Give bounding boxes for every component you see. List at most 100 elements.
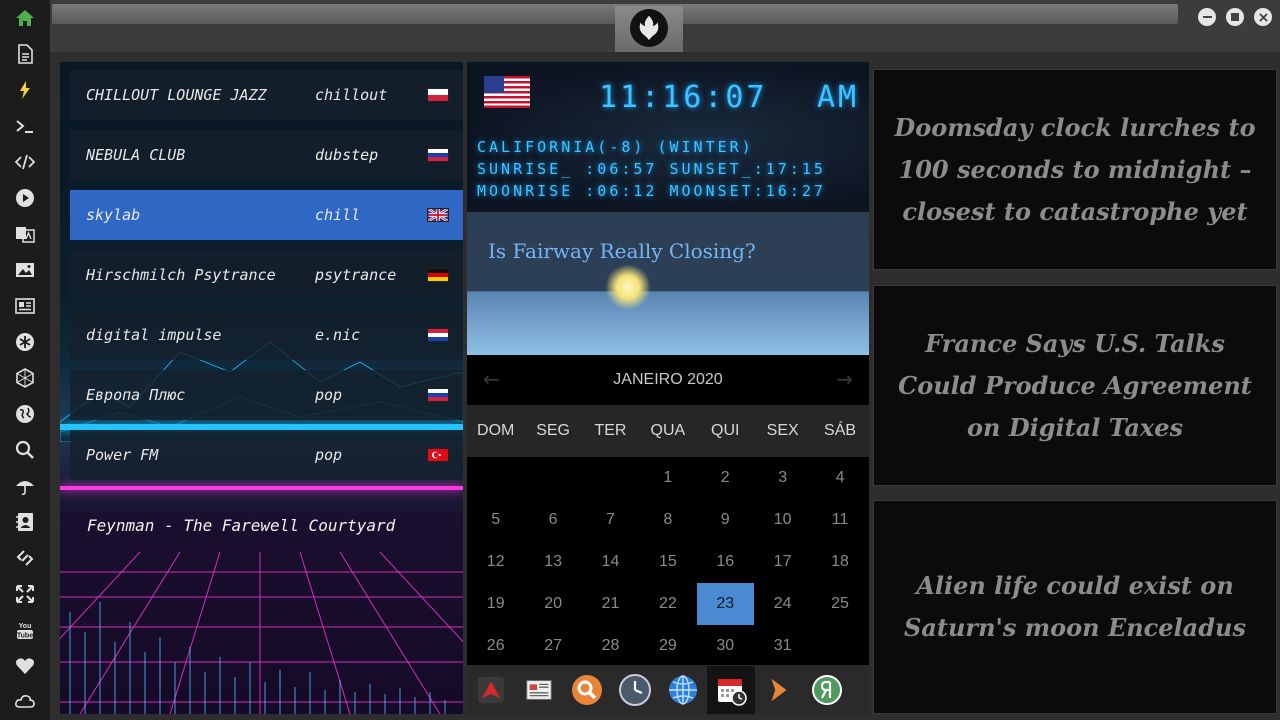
calendar-day[interactable] xyxy=(524,457,581,499)
search-icon[interactable] xyxy=(11,436,39,464)
calendar-day[interactable] xyxy=(811,625,868,667)
station-row[interactable]: NEBULA CLUB dubstep xyxy=(70,130,463,180)
calendar-day[interactable]: 6 xyxy=(524,499,581,541)
heart-icon[interactable] xyxy=(11,652,39,680)
hexagon-icon[interactable] xyxy=(11,364,39,392)
yandex-icon[interactable] xyxy=(803,666,851,714)
calendar-day[interactable]: 24 xyxy=(754,583,811,625)
calendar-day-today[interactable]: 23 xyxy=(696,583,754,625)
maximize-icon[interactable] xyxy=(1226,8,1244,26)
calendar-header: ← JANEIRO 2020 → xyxy=(467,355,869,405)
calendar-day[interactable]: 3 xyxy=(754,457,811,499)
station-row[interactable]: Power FM pop xyxy=(70,430,463,480)
arrow-icon[interactable] xyxy=(755,666,803,714)
calendar-week: 5 6 7 8 9 10 11 xyxy=(467,499,869,541)
station-row[interactable]: CHILLOUT LOUNGE JAZZ chillout xyxy=(70,70,463,120)
calendar-day[interactable] xyxy=(467,457,524,499)
clock-icon[interactable] xyxy=(611,666,659,714)
news-card[interactable]: Alien life could exist on Saturn's moon … xyxy=(873,500,1277,714)
calendar-day[interactable]: 17 xyxy=(754,541,811,583)
umbrella-icon[interactable] xyxy=(11,472,39,500)
weekday-label: SÁB xyxy=(824,422,857,439)
minimize-icon[interactable] xyxy=(1198,8,1216,26)
next-month-button[interactable]: → xyxy=(836,367,853,391)
weekday-label: DOM xyxy=(477,422,515,439)
news-image-panel[interactable]: Is Fairway Really Closing? xyxy=(467,212,869,355)
calendar-day[interactable]: 2 xyxy=(697,457,754,499)
calendar-day[interactable]: 5 xyxy=(467,499,524,541)
calendar-day[interactable]: 1 xyxy=(639,457,696,499)
calendar-day[interactable]: 27 xyxy=(524,625,581,667)
calendar-icon[interactable] xyxy=(707,666,755,714)
calendar-day[interactable]: 8 xyxy=(639,499,696,541)
calendar-day[interactable]: 22 xyxy=(639,583,696,625)
newspaper-icon[interactable] xyxy=(11,292,39,320)
calendar-day[interactable]: 10 xyxy=(754,499,811,541)
uk-flag-icon xyxy=(427,208,449,222)
station-genre: psytrance xyxy=(315,266,397,284)
station-row[interactable]: Hirschmilch Psytrance psytrance xyxy=(70,250,463,300)
contact-icon[interactable] xyxy=(11,508,39,536)
station-row[interactable]: Европа Плюс pop xyxy=(70,370,463,420)
news-card[interactable]: Doomsday clock lurches to 100 seconds to… xyxy=(873,69,1277,270)
news-reader-icon[interactable] xyxy=(515,666,563,714)
calendar-day[interactable]: 19 xyxy=(467,583,524,625)
image-icon[interactable] xyxy=(11,256,39,284)
document-icon[interactable] xyxy=(11,40,39,68)
calendar-day[interactable]: 11 xyxy=(811,499,868,541)
play-icon[interactable] xyxy=(11,184,39,212)
weekday-label: TER xyxy=(594,422,627,439)
station-genre: e.nic xyxy=(315,326,361,344)
calendar-day[interactable]: 18 xyxy=(811,541,868,583)
youtube-icon-label-top: You xyxy=(19,623,32,630)
search-icon[interactable] xyxy=(563,666,611,714)
calendar-day[interactable]: 20 xyxy=(524,583,581,625)
cloud-icon[interactable] xyxy=(11,688,39,716)
expand-icon[interactable] xyxy=(11,580,39,608)
calendar-day[interactable]: 25 xyxy=(811,583,868,625)
calendar-weekdays: DOM SEG TER QUA QUI SEX SÁB xyxy=(467,405,869,457)
youtube-icon[interactable]: You Tube xyxy=(11,616,39,644)
calendar-day[interactable]: 21 xyxy=(582,583,639,625)
news-card[interactable]: France Says U.S. Talks Could Produce Agr… xyxy=(873,285,1277,486)
station-genre: pop xyxy=(315,386,343,404)
calendar-day[interactable]: 13 xyxy=(524,541,581,583)
today-label: 23 xyxy=(696,583,754,625)
terminal-icon[interactable] xyxy=(11,112,39,140)
weekday-label: SEX xyxy=(766,422,799,439)
calendar-day[interactable]: 12 xyxy=(467,541,524,583)
asterisk-icon[interactable] xyxy=(11,328,39,356)
usa-flag-icon[interactable] xyxy=(484,76,530,108)
calendar-day[interactable]: 30 xyxy=(697,625,754,667)
clock-time: 11:16:07 xyxy=(599,80,768,115)
globe-icon[interactable] xyxy=(11,400,39,428)
synthwave-grid xyxy=(60,552,463,714)
calendar-day[interactable]: 7 xyxy=(582,499,639,541)
lightning-icon[interactable] xyxy=(11,76,39,104)
news-headline: Doomsday clock lurches to 100 seconds to… xyxy=(894,112,1256,226)
station-row-active[interactable]: skylab chill xyxy=(70,190,463,240)
home-icon[interactable] xyxy=(11,4,39,32)
code-icon[interactable] xyxy=(11,148,39,176)
calendar-grid: 1 2 3 4 5 6 7 8 9 10 11 12 13 14 15 16 1… xyxy=(467,457,869,667)
app-logo-icon[interactable] xyxy=(467,666,515,714)
calendar-day[interactable]: 26 xyxy=(467,625,524,667)
translate-icon[interactable] xyxy=(11,220,39,248)
world-clock-panel: 11:16:07 AM CALIFORNIA(-8) (WINTER) SUNR… xyxy=(467,62,869,212)
close-icon[interactable] xyxy=(1254,8,1272,26)
calendar-day[interactable]: 9 xyxy=(697,499,754,541)
calendar-day[interactable]: 31 xyxy=(754,625,811,667)
prev-month-button[interactable]: ← xyxy=(483,367,500,391)
calendar-day[interactable]: 16 xyxy=(697,541,754,583)
calendar-day[interactable]: 14 xyxy=(582,541,639,583)
calendar-day[interactable]: 4 xyxy=(811,457,868,499)
calendar-day[interactable]: 29 xyxy=(639,625,696,667)
calendar-day[interactable]: 28 xyxy=(582,625,639,667)
station-row[interactable]: digital impulse e.nic xyxy=(70,310,463,360)
calendar-day[interactable]: 15 xyxy=(639,541,696,583)
globe-icon[interactable] xyxy=(659,666,707,714)
logo-tab[interactable] xyxy=(615,6,683,52)
link-icon[interactable] xyxy=(11,544,39,572)
news-headline: Alien life could exist on Saturn's moon … xyxy=(904,571,1246,642)
calendar-day[interactable] xyxy=(582,457,639,499)
